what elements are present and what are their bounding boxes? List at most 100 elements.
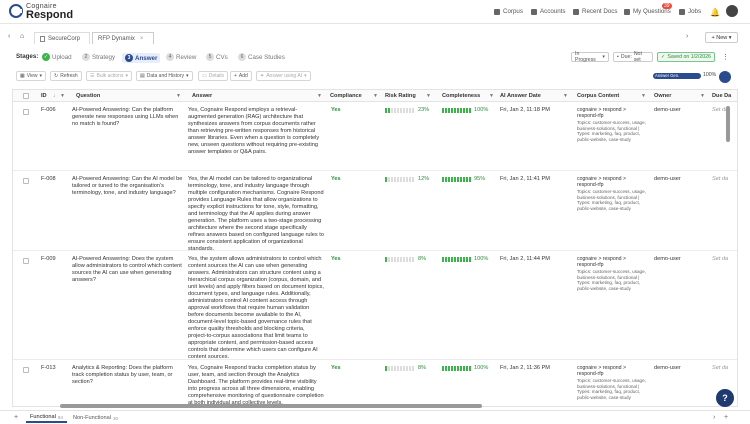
- row-question[interactable]: AI-Powered Answering: Can the AI model b…: [72, 176, 184, 197]
- chevron-right-icon[interactable]: ›: [713, 414, 715, 421]
- table-row[interactable]: F-008 AI-Powered Answering: Can the AI m…: [13, 171, 737, 253]
- completeness-bar-segment: [457, 177, 459, 182]
- details-button[interactable]: ▭ Details: [198, 71, 229, 81]
- row-checkbox[interactable]: [23, 367, 29, 373]
- generation-status-icon[interactable]: [719, 71, 731, 83]
- refresh-button[interactable]: ↻ Refresh: [50, 71, 82, 81]
- horizontal-scrollbar[interactable]: [60, 404, 482, 408]
- row-answer[interactable]: Yes, the system allows administrators to…: [188, 256, 324, 361]
- row-answer[interactable]: Yes, Cognaire Respond tracks completion …: [188, 365, 324, 406]
- completeness-bar-segment: [454, 177, 456, 182]
- row-compliance[interactable]: Yes: [331, 107, 341, 114]
- data-history-button[interactable]: ▤ Data and History ▾: [136, 71, 193, 81]
- grid-header: ID ↓ ▼ Question ▼ Answer ▼ Compliance ▼ …: [13, 90, 737, 102]
- more-options-icon[interactable]: ⋮: [722, 53, 729, 61]
- add-button[interactable]: + Add: [230, 71, 252, 81]
- stage-case-studies[interactable]: 6 Case Studies: [238, 53, 285, 61]
- stage-review[interactable]: 4 Review: [166, 53, 196, 61]
- completeness-bar-segment: [463, 366, 465, 371]
- row-owner[interactable]: demo-user: [654, 365, 681, 372]
- nav-corpus[interactable]: Corpus: [494, 8, 523, 15]
- col-id[interactable]: ID: [41, 93, 47, 99]
- nav-jobs[interactable]: Jobs: [679, 8, 701, 15]
- col-owner[interactable]: Owner: [654, 93, 671, 99]
- filter-icon[interactable]: ▼: [489, 93, 494, 99]
- vertical-scrollbar[interactable]: [726, 106, 730, 142]
- cognaire-logo-icon[interactable]: [8, 3, 24, 19]
- tab-securecorp[interactable]: SecureCorp: [34, 32, 90, 44]
- table-row[interactable]: F-009 AI-Powered Answering: Does the sys…: [13, 251, 737, 361]
- chevron-right-icon[interactable]: ›: [686, 33, 688, 40]
- filter-icon[interactable]: ▼: [60, 93, 65, 99]
- col-corpus[interactable]: Corpus Content: [577, 93, 619, 99]
- row-compliance[interactable]: Yes: [331, 176, 341, 183]
- home-icon[interactable]: ⌂: [20, 33, 24, 40]
- row-due-date[interactable]: Set da: [712, 365, 728, 372]
- help-button[interactable]: ?: [716, 389, 734, 407]
- row-question[interactable]: Analytics & Reporting: Does the platform…: [72, 365, 184, 386]
- sort-icon[interactable]: ↓: [53, 93, 57, 99]
- select-all-checkbox[interactable]: [23, 93, 29, 99]
- row-answer[interactable]: Yes, the AI model can be tailored to org…: [188, 176, 324, 253]
- row-answer[interactable]: Yes, Cognaire Respond employs a retrieva…: [188, 107, 324, 156]
- row-compliance[interactable]: Yes: [331, 256, 341, 263]
- status-dropdown[interactable]: In Progress ▾: [571, 51, 609, 63]
- risk-bar-segment: [391, 108, 393, 113]
- row-checkbox[interactable]: [23, 178, 29, 184]
- col-answer[interactable]: Answer: [192, 93, 212, 99]
- bulk-actions-button[interactable]: ☰ Bulk actions ▾: [86, 71, 132, 81]
- nav-recent-docs[interactable]: Recent Docs: [573, 8, 617, 15]
- row-corpus[interactable]: cognaire > respond > respond-rfp Topics:…: [577, 365, 647, 400]
- sheet-non-functional[interactable]: Non-Functional 30: [69, 413, 122, 423]
- row-due-date[interactable]: Set da: [712, 176, 728, 183]
- stage-upload[interactable]: ✓ Upload: [42, 53, 72, 61]
- filter-icon[interactable]: ▼: [426, 93, 431, 99]
- filter-icon[interactable]: ▼: [641, 93, 646, 99]
- table-row[interactable]: F-006 AI-Powered Answering: Can the plat…: [13, 102, 737, 171]
- notifications-bell[interactable]: 🔔: [710, 8, 720, 17]
- row-corpus[interactable]: cognaire > respond > respond-rfp Topics:…: [577, 256, 647, 291]
- row-question[interactable]: AI-Powered Answering: Can the platform g…: [72, 107, 184, 128]
- row-question[interactable]: AI-Powered Answering: Does the system al…: [72, 256, 184, 284]
- stage-strategy[interactable]: 2 Strategy: [82, 53, 115, 61]
- sparkle-icon: ✦: [260, 73, 265, 79]
- table-row[interactable]: F-013 Analytics & Reporting: Does the pl…: [13, 360, 737, 406]
- stage-cvs[interactable]: 5 CVs: [206, 53, 228, 61]
- col-ai-date[interactable]: AI Answer Date: [500, 93, 541, 99]
- col-compliance[interactable]: Compliance: [330, 93, 362, 99]
- filter-icon[interactable]: ▼: [563, 93, 568, 99]
- filter-icon[interactable]: ▼: [700, 93, 705, 99]
- nav-my-questions[interactable]: My Questions: [624, 8, 671, 15]
- filter-icon[interactable]: ▼: [317, 93, 322, 99]
- row-owner[interactable]: demo-user: [654, 256, 681, 263]
- due-date-chip[interactable]: ▪ Due: Not set: [613, 51, 653, 63]
- row-due-date[interactable]: Set da: [712, 256, 728, 263]
- col-question[interactable]: Question: [76, 93, 100, 99]
- row-compliance[interactable]: Yes: [331, 365, 341, 372]
- row-owner[interactable]: demo-user: [654, 107, 681, 114]
- row-checkbox[interactable]: [23, 258, 29, 264]
- history-icon: ▤: [140, 73, 145, 79]
- row-checkbox[interactable]: [23, 109, 29, 115]
- close-icon[interactable]: ×: [140, 36, 144, 42]
- row-owner[interactable]: demo-user: [654, 176, 681, 183]
- new-button[interactable]: + New ▾: [705, 32, 738, 43]
- user-avatar[interactable]: [726, 5, 738, 17]
- tab-rfp-dynamix[interactable]: RFP Dynamix ×: [92, 32, 154, 44]
- row-corpus[interactable]: cognaire > respond > respond-rfp Topics:…: [577, 176, 647, 211]
- chevron-left-icon[interactable]: ‹: [8, 33, 10, 40]
- col-completeness[interactable]: Completeness: [442, 93, 480, 99]
- col-risk[interactable]: Risk Rating: [385, 93, 416, 99]
- details-label: Details: [208, 73, 225, 79]
- view-button[interactable]: ▦ View ▾: [16, 71, 46, 81]
- filter-icon[interactable]: ▼: [373, 93, 378, 99]
- stage-answer[interactable]: 3 Answer: [122, 53, 161, 63]
- col-due[interactable]: Due Da: [712, 93, 731, 99]
- sheet-functional[interactable]: Functional 94: [26, 413, 67, 423]
- row-corpus[interactable]: cognaire > respond > respond-rfp Topics:…: [577, 107, 647, 142]
- add-sheet-icon[interactable]: +: [14, 414, 18, 421]
- filter-icon[interactable]: ▼: [176, 93, 181, 99]
- answer-using-ai-button[interactable]: ✦ Answer using AI ▾: [256, 71, 311, 81]
- nav-accounts[interactable]: Accounts: [531, 8, 565, 15]
- add-icon[interactable]: +: [724, 414, 728, 421]
